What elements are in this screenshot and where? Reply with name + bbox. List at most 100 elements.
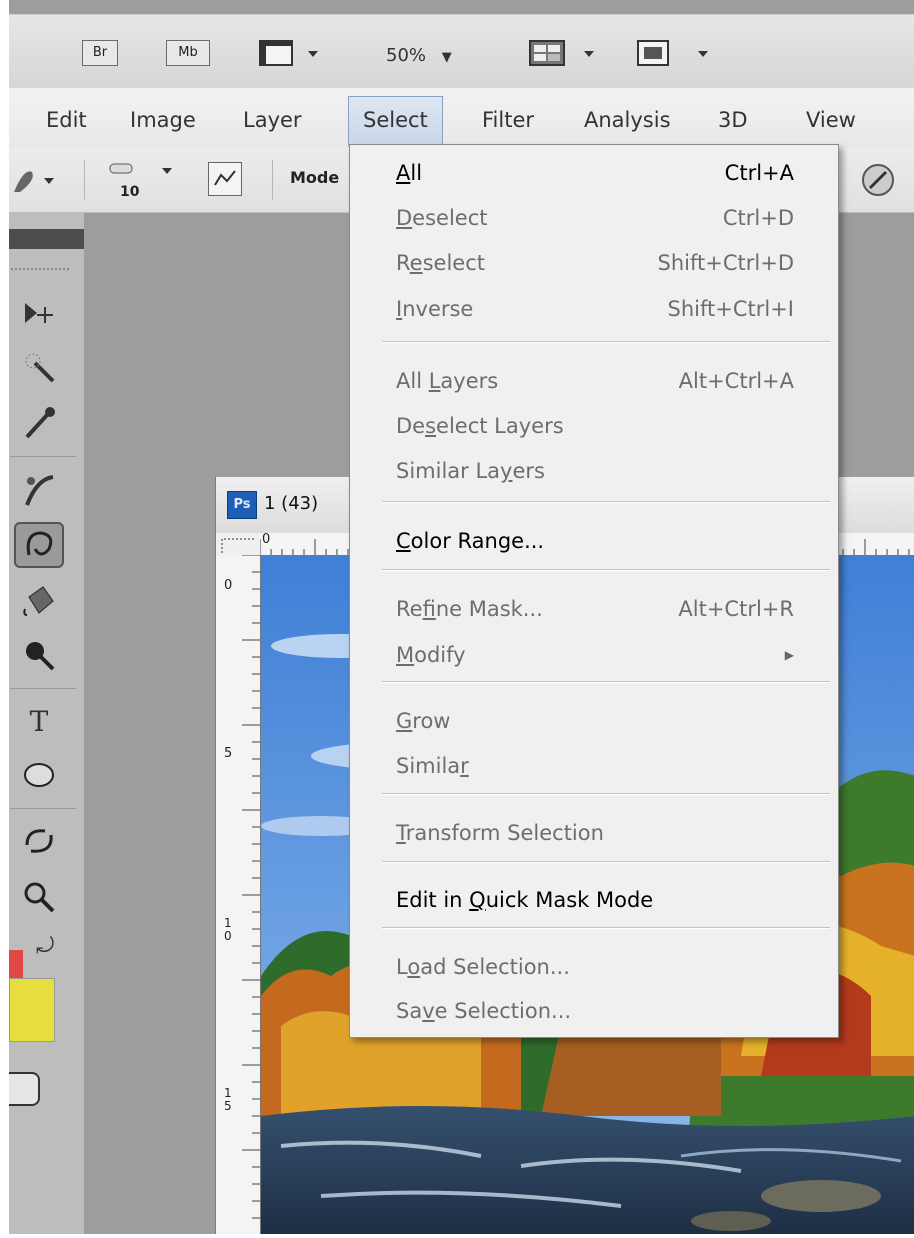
eyedropper-tool-icon[interactable] [14, 400, 64, 446]
document-title: 1 (43) [264, 493, 319, 514]
menu-item-label: Reselect [396, 251, 485, 275]
airbrush-icon [862, 164, 894, 196]
menu-item-label: Refine Mask... [396, 597, 543, 621]
menu-item-save-selection[interactable]: Save Selection... [396, 991, 794, 1031]
left-border [0, 0, 9, 1234]
photoshop-window: Br Mb 50% ▼ Edit Image Layer Select Filt… [0, 0, 914, 1234]
menu-item-label: Load Selection... [396, 955, 570, 979]
menu-item-all[interactable]: All Ctrl+A [396, 153, 794, 193]
menu-separator [382, 569, 830, 571]
brush-panel-button[interactable] [208, 162, 242, 196]
menu-item-similar[interactable]: Similar [396, 746, 794, 786]
menu-item-color-range[interactable]: Color Range... [396, 521, 794, 561]
tool-preset-picker[interactable] [10, 162, 60, 198]
application-bar: Br Mb 50% ▼ [0, 14, 914, 89]
bridge-button[interactable]: Br [82, 40, 118, 66]
arrange-documents-button[interactable] [528, 37, 608, 69]
separator [84, 160, 85, 200]
brush-size-value: 10 [120, 184, 140, 200]
menu-bar: Edit Image Layer Select Filter Analysis … [0, 88, 914, 149]
background-color-swatch[interactable] [9, 978, 55, 1042]
ruler-label: 0 [262, 532, 271, 547]
swap-colors-icon[interactable]: ⤾ [36, 934, 54, 959]
brush-tip-icon [109, 163, 172, 174]
brush-icon [14, 171, 54, 192]
menu-separator [382, 681, 830, 683]
menu-item-edit-in-quick-mask-mode[interactable]: Edit in Quick Mask Mode [396, 880, 794, 920]
menu-item-load-selection[interactable]: Load Selection... [396, 947, 794, 987]
airbrush-button[interactable] [852, 158, 898, 202]
photoshop-icon: Ps [227, 491, 257, 519]
select-menu-dropdown: All Ctrl+A Deselect Ctrl+D Reselect Shift+Ctr… [349, 144, 839, 1038]
ruler-label: 0 [224, 578, 233, 593]
menu-item-deselect[interactable]: Deselect Ctrl+D [396, 198, 794, 238]
menu-item-similar-layers[interactable]: Similar Layers [396, 451, 794, 491]
menu-3d[interactable]: 3D [718, 98, 748, 142]
tools-panel-header[interactable] [0, 229, 84, 249]
menu-item-shortcut: Alt+Ctrl+A [678, 369, 794, 393]
ruler-origin[interactable] [216, 533, 261, 556]
menu-item-modify[interactable]: Modify ▶ [396, 635, 794, 675]
menu-separator [382, 927, 830, 929]
menu-item-label: Inverse [396, 297, 474, 321]
magic-wand-tool-icon[interactable] [14, 344, 64, 390]
menu-item-label: All [396, 161, 423, 185]
menu-item-label: Color Range... [396, 529, 545, 553]
vertical-ruler[interactable]: 0 5 1 0 1 5 [216, 554, 261, 1234]
ruler-label: 5 [224, 746, 233, 761]
history-brush-tool-icon[interactable] [14, 522, 64, 568]
menu-item-label: Grow [396, 709, 451, 733]
menu-image[interactable]: Image [130, 98, 196, 142]
menu-item-label: Modify [396, 643, 466, 667]
zoom-tool-icon[interactable] [14, 874, 64, 920]
paint-bucket-tool-icon[interactable] [14, 578, 64, 624]
menu-separator [382, 341, 830, 343]
zoom-value: 50% [386, 45, 427, 66]
brush-size-picker[interactable]: 10 [104, 154, 184, 206]
menu-separator [382, 793, 830, 795]
healing-brush-tool-icon[interactable] [14, 468, 64, 514]
menu-layer[interactable]: Layer [243, 98, 302, 142]
menu-item-refine-mask[interactable]: Refine Mask... Alt+Ctrl+R [396, 589, 794, 629]
brush-panel-icon [214, 170, 236, 186]
separator [10, 808, 76, 809]
menu-analysis[interactable]: Analysis [584, 98, 671, 142]
menu-separator [382, 861, 830, 863]
separator [272, 160, 273, 200]
tools-panel-grip[interactable] [10, 267, 70, 271]
type-tool-icon[interactable]: T [14, 698, 64, 744]
menu-item-all-layers[interactable]: All Layers Alt+Ctrl+A [396, 361, 794, 401]
menu-select[interactable]: Select [348, 96, 443, 146]
frame-icon [259, 40, 318, 66]
zoom-level[interactable]: 50% ▼ [386, 45, 452, 66]
view-extras-button[interactable] [258, 37, 328, 69]
menu-item-grow[interactable]: Grow [396, 701, 794, 741]
screen-mode-button[interactable] [636, 37, 716, 69]
vertical-ruler-ticks [242, 554, 260, 1219]
burn-tool-icon[interactable] [14, 632, 64, 678]
screen-mode-icon [637, 40, 708, 66]
move-tool-icon[interactable] [14, 290, 64, 336]
ellipse-tool-icon[interactable] [14, 752, 64, 798]
menu-view[interactable]: View [806, 98, 856, 142]
menu-item-label: All Layers [396, 369, 499, 393]
menu-item-shortcut: Shift+Ctrl+I [667, 297, 794, 321]
rotate-3d-tool-icon[interactable] [14, 818, 64, 864]
minibridge-button[interactable]: Mb [166, 40, 210, 66]
menu-item-shortcut: Alt+Ctrl+R [678, 597, 794, 621]
arrange-icon [529, 40, 594, 66]
menu-item-label: Deselect Layers [396, 414, 564, 438]
menu-item-transform-selection[interactable]: Transform Selection [396, 813, 794, 853]
menu-item-deselect-layers[interactable]: Deselect Layers [396, 406, 794, 446]
ruler-label: 1 0 [224, 916, 232, 943]
menu-item-inverse[interactable]: Inverse Shift+Ctrl+I [396, 289, 794, 329]
menu-item-shortcut: Shift+Ctrl+D [657, 251, 794, 275]
ruler-label: 1 5 [224, 1086, 232, 1113]
menu-filter[interactable]: Filter [482, 98, 534, 142]
menu-item-label: Deselect [396, 206, 488, 230]
menu-item-label: Edit in Quick Mask Mode [396, 888, 654, 912]
separator [10, 688, 76, 689]
menu-item-reselect[interactable]: Reselect Shift+Ctrl+D [396, 243, 794, 283]
menu-item-label: Similar Layers [396, 459, 545, 483]
menu-edit[interactable]: Edit [46, 98, 87, 142]
